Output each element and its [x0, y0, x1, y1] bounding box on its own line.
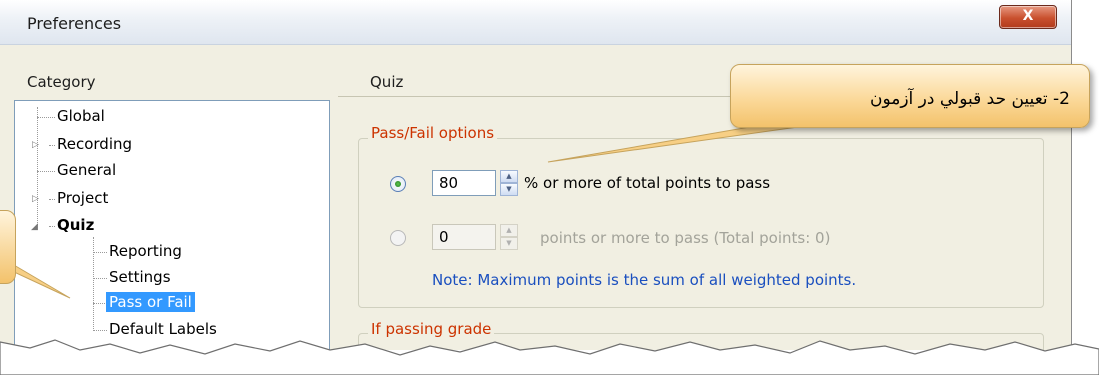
callout-text: 2- تعيين حد قبولي در آزمون	[869, 89, 1070, 109]
tutorial-callout-left	[0, 210, 16, 284]
torn-edge	[0, 339, 1099, 375]
callout-pointer	[1, 119, 849, 299]
